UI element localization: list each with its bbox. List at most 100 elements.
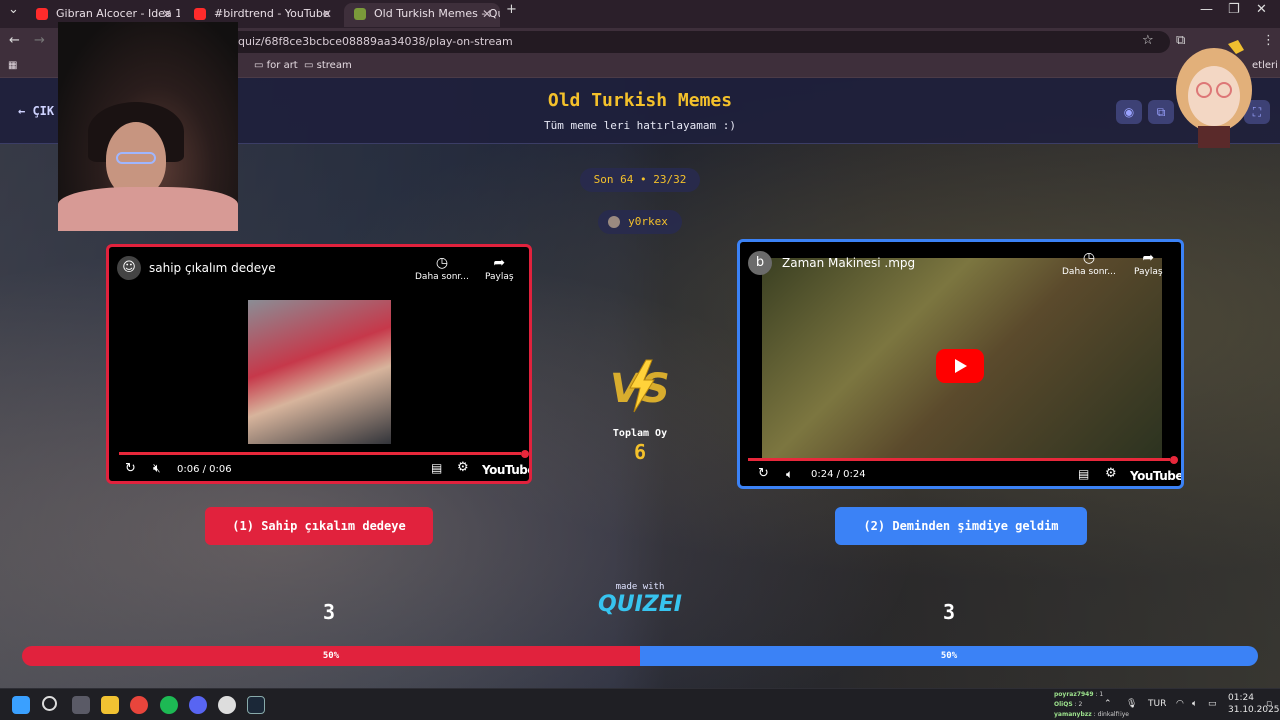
bookmark-folder-stream[interactable]: ▭ stream	[304, 60, 352, 71]
channel-avatar: b	[748, 251, 772, 275]
replay-icon[interactable]: ↻	[758, 466, 769, 481]
vs-lightning-icon: VS	[610, 359, 670, 413]
task-view-icon[interactable]	[72, 696, 90, 714]
round-progress-badge: Son 64 • 23/32	[580, 168, 700, 192]
file-explorer-icon[interactable]	[101, 696, 119, 714]
streamer-glasses	[116, 152, 156, 164]
video-time: 0:24 / 0:24	[811, 469, 866, 480]
windows-taskbar: poyraz7949 : 1 OliQS : 2 yamanybzz : din…	[0, 688, 1280, 720]
choice-2-button[interactable]: (2) Deminden şimdiye geldim	[835, 507, 1087, 545]
clock-icon: ◷	[435, 255, 449, 271]
tab-search-icon[interactable]: ⌄	[8, 2, 19, 17]
video-progress-handle[interactable]	[521, 450, 529, 458]
share-icon: ➦	[493, 255, 506, 271]
chrome-icon[interactable]	[130, 696, 148, 714]
watch-later-label: Daha sonr...	[1062, 267, 1116, 277]
volume-icon[interactable]: 🔈︎	[786, 467, 793, 482]
youtube-logo[interactable]: YouTube	[482, 463, 529, 477]
close-tab-icon[interactable]: ✕	[322, 3, 332, 25]
share-label: Paylaş	[485, 272, 514, 282]
steam-icon[interactable]	[247, 696, 265, 714]
right-video-player[interactable]: b Zaman Makinesi .mpg ◷ Daha sonr... ➦ Pay…	[737, 239, 1184, 489]
forward-arrow-icon[interactable]: →	[34, 33, 45, 48]
tab-3-active[interactable]: Old Turkish Memes - Quizei ✕	[344, 3, 500, 27]
search-icon[interactable]	[42, 696, 57, 711]
vtuber-avatar-image	[1176, 40, 1252, 148]
tray-chevron-icon[interactable]: ⌃	[1104, 699, 1112, 709]
windows-start-icon[interactable]	[12, 696, 30, 714]
quizei-logo[interactable]: QUIZEI	[590, 592, 690, 617]
spotify-icon[interactable]	[160, 696, 178, 714]
player-badge: y0rkex	[598, 210, 682, 234]
restore-icon[interactable]: ❐	[1228, 2, 1240, 17]
muted-icon[interactable]: 🔇︎	[153, 461, 161, 476]
video-time: 0:06 / 0:06	[177, 464, 232, 475]
menu-dots-icon[interactable]: ⋮	[1262, 33, 1275, 48]
close-window-icon[interactable]: ✕	[1256, 2, 1267, 17]
play-icon	[955, 359, 967, 373]
speaker-icon[interactable]: 🔈︎	[1192, 699, 1197, 709]
chat-message: OliQS : 2	[1054, 701, 1083, 708]
clock-time[interactable]: 01:24	[1228, 693, 1254, 703]
wifi-icon[interactable]: ◠	[1176, 699, 1184, 709]
right-vote-bar: 50%	[640, 646, 1258, 666]
left-video-player[interactable]: ☺ sahip çıkalım dedeye ◷ Daha sonr... ➦ Pa…	[106, 244, 532, 484]
share-icon: ➦	[1142, 250, 1155, 266]
close-tab-icon[interactable]: ✕	[482, 3, 492, 25]
quizei-favicon-icon	[354, 8, 366, 20]
chat-text: 1	[1099, 691, 1104, 698]
settings-gear-icon[interactable]: ⚙	[1105, 466, 1117, 481]
microphone-icon[interactable]: 🎙︎	[1126, 699, 1137, 709]
right-vote-count: 3	[943, 600, 956, 624]
captions-icon[interactable]: ▤	[1078, 467, 1089, 481]
made-with-label: made with	[615, 582, 665, 592]
share-button[interactable]: ➦ Paylaş	[485, 255, 514, 282]
left-percent: 50%	[322, 651, 340, 661]
battery-icon[interactable]: ▭	[1208, 699, 1217, 709]
language-indicator[interactable]: TUR	[1148, 699, 1166, 709]
bookmark-star-icon[interactable]: ☆	[1142, 33, 1154, 48]
captions-icon[interactable]: ▤	[431, 461, 442, 475]
total-votes-label: Toplam Oy	[612, 428, 668, 439]
obs-icon[interactable]	[218, 696, 236, 714]
video-frame	[248, 300, 391, 444]
bookmark-folder-for-art[interactable]: ▭ for art	[254, 60, 298, 71]
settings-gear-icon[interactable]: ⚙	[457, 460, 469, 475]
video-progress-bar[interactable]	[119, 452, 521, 455]
replay-icon[interactable]: ↻	[125, 461, 136, 476]
player-name: y0rkex	[628, 215, 668, 228]
youtube-play-button[interactable]	[936, 349, 984, 383]
watch-later-label: Daha sonr...	[415, 272, 469, 282]
tab-title: #birdtrend - YouTube	[214, 7, 330, 20]
chat-user: yamanybzz	[1054, 711, 1092, 718]
player-avatar	[608, 216, 620, 228]
streamer-shirt	[58, 187, 238, 231]
apps-grid-icon[interactable]: ▦	[8, 60, 17, 71]
watch-later-button[interactable]: ◷ Daha sonr...	[1062, 250, 1116, 277]
chat-user: OliQS	[1054, 701, 1073, 708]
video-progress-bar[interactable]	[748, 458, 1170, 461]
video-title[interactable]: sahip çıkalım dedeye	[149, 261, 276, 275]
new-tab-button[interactable]: +	[506, 2, 517, 17]
total-votes-value: 6	[633, 440, 647, 464]
video-title[interactable]: Zaman Makinesi .mpg	[782, 256, 915, 270]
chat-text: 2	[1078, 701, 1083, 708]
chat-message: yamanybzz : dinkalf!iye	[1054, 711, 1129, 718]
bookmark-label: stream	[316, 60, 352, 71]
discord-icon[interactable]	[189, 696, 207, 714]
webcam-overlay	[58, 22, 238, 231]
clock-icon: ◷	[1082, 250, 1096, 266]
youtube-favicon-icon	[194, 8, 206, 20]
youtube-logo[interactable]: YouTube	[1130, 469, 1181, 483]
share-button[interactable]: ➦ Paylaş	[1134, 250, 1163, 277]
eye-icon[interactable]: ◉	[1116, 100, 1142, 124]
channel-avatar: ☺	[117, 256, 141, 280]
back-arrow-icon[interactable]: ←	[9, 33, 20, 48]
video-progress-handle[interactable]	[1170, 456, 1178, 464]
chat-message: poyraz7949 : 1	[1054, 691, 1104, 698]
chat-user: poyraz7949	[1054, 691, 1094, 698]
notifications-icon[interactable]: ▫	[1266, 699, 1272, 709]
watch-later-button[interactable]: ◷ Daha sonr...	[415, 255, 469, 282]
minimize-icon[interactable]: —	[1200, 2, 1213, 17]
choice-1-button[interactable]: (1) Sahip çıkalım dedeye	[205, 507, 433, 545]
